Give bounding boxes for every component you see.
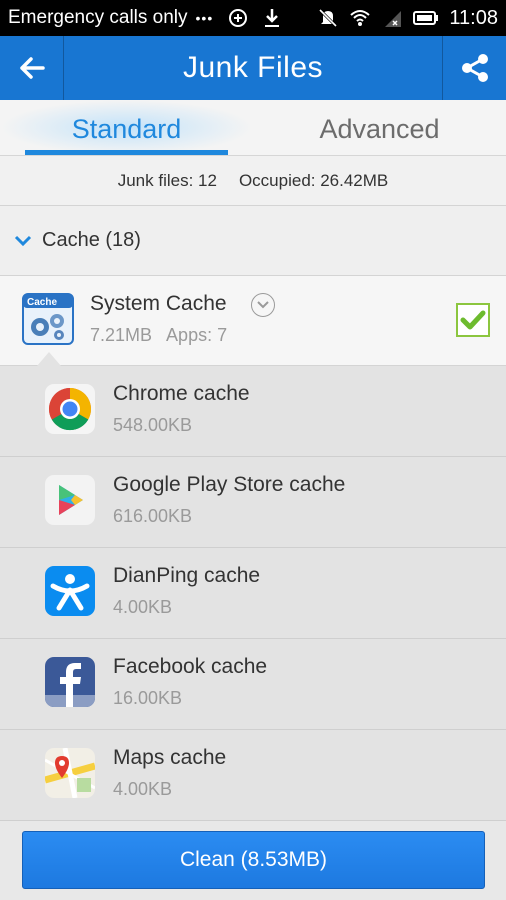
list-item[interactable]: Maps cache 4.00KB <box>0 730 506 821</box>
back-arrow-icon <box>19 57 45 79</box>
tab-advanced[interactable]: Advanced <box>253 100 506 155</box>
share-icon <box>461 54 488 82</box>
system-cache-meta: 7.21MB Apps: 7 <box>90 325 227 346</box>
signal-icon <box>385 11 402 27</box>
item-size: 4.00KB <box>113 597 173 617</box>
facebook-icon <box>45 657 95 707</box>
wifi-icon <box>350 10 371 26</box>
carrier-text: Emergency calls only <box>8 7 188 28</box>
item-size: 16.00KB <box>113 688 183 708</box>
occupied-size: Occupied: 26.42MB <box>238 170 389 190</box>
item-name: Google Play Store cache <box>113 473 346 496</box>
system-cache-row[interactable]: Cache System Cache 7.21MB Apps: 7 <box>0 276 506 366</box>
svg-text:Cache: Cache <box>27 297 57 308</box>
download-icon <box>265 9 280 27</box>
system-cache-icon: Cache <box>22 293 74 345</box>
list-item[interactable]: Chrome cache 548.00KB <box>0 366 506 457</box>
status-bar: Emergency calls only ••• 11:08 <box>0 0 506 36</box>
mute-icon <box>319 8 338 28</box>
share-button[interactable] <box>442 36 506 100</box>
back-button[interactable] <box>0 36 64 100</box>
system-cache-size: 7.21MB <box>90 325 153 345</box>
expand-toggle[interactable] <box>251 293 275 317</box>
chevron-down-icon <box>257 301 269 309</box>
item-size: 548.00KB <box>113 415 193 435</box>
app-bar: Junk Files <box>0 36 506 100</box>
chrome-icon <box>45 384 95 434</box>
nfc-icon <box>229 9 248 27</box>
clean-button[interactable]: Clean (8.53MB) <box>22 831 485 889</box>
chevron-down-icon <box>14 235 32 246</box>
dianping-icon <box>45 566 95 616</box>
system-cache-apps: Apps: 7 <box>166 325 228 345</box>
item-size: 4.00KB <box>113 779 173 799</box>
list-item[interactable]: Facebook cache 16.00KB <box>0 639 506 730</box>
expand-pointer <box>37 352 61 366</box>
item-name: Facebook cache <box>113 655 268 678</box>
clock: 11:08 <box>449 6 498 29</box>
system-cache-checkbox[interactable] <box>456 303 490 337</box>
category-label: Cache (18) <box>42 229 141 251</box>
item-name: Chrome cache <box>113 382 250 405</box>
maps-icon <box>45 748 95 798</box>
item-name: Maps cache <box>113 746 227 769</box>
junk-summary: Junk files: 12 Occupied: 26.42MB <box>0 156 506 206</box>
category-header-cache[interactable]: Cache (18) <box>0 206 506 276</box>
play-store-icon <box>45 475 95 525</box>
cache-list: Chrome cache 548.00KB Google Play Store … <box>0 366 506 821</box>
list-item[interactable]: DianPing cache 4.00KB <box>0 548 506 639</box>
junk-files-count: Junk files: 12 <box>117 170 217 190</box>
more-dots: ••• <box>195 10 214 26</box>
list-item[interactable]: Google Play Store cache 616.00KB <box>0 457 506 548</box>
page-title: Junk Files <box>182 51 324 84</box>
bottom-bar: Clean (8.53MB) <box>0 820 506 900</box>
checkmark-icon <box>460 310 486 330</box>
item-name: DianPing cache <box>113 564 261 587</box>
system-cache-name: System Cache <box>90 292 227 315</box>
tab-bar: Standard Advanced <box>0 100 506 156</box>
tab-standard[interactable]: Standard <box>0 100 253 155</box>
item-size: 616.00KB <box>113 506 193 526</box>
battery-icon <box>413 11 439 25</box>
